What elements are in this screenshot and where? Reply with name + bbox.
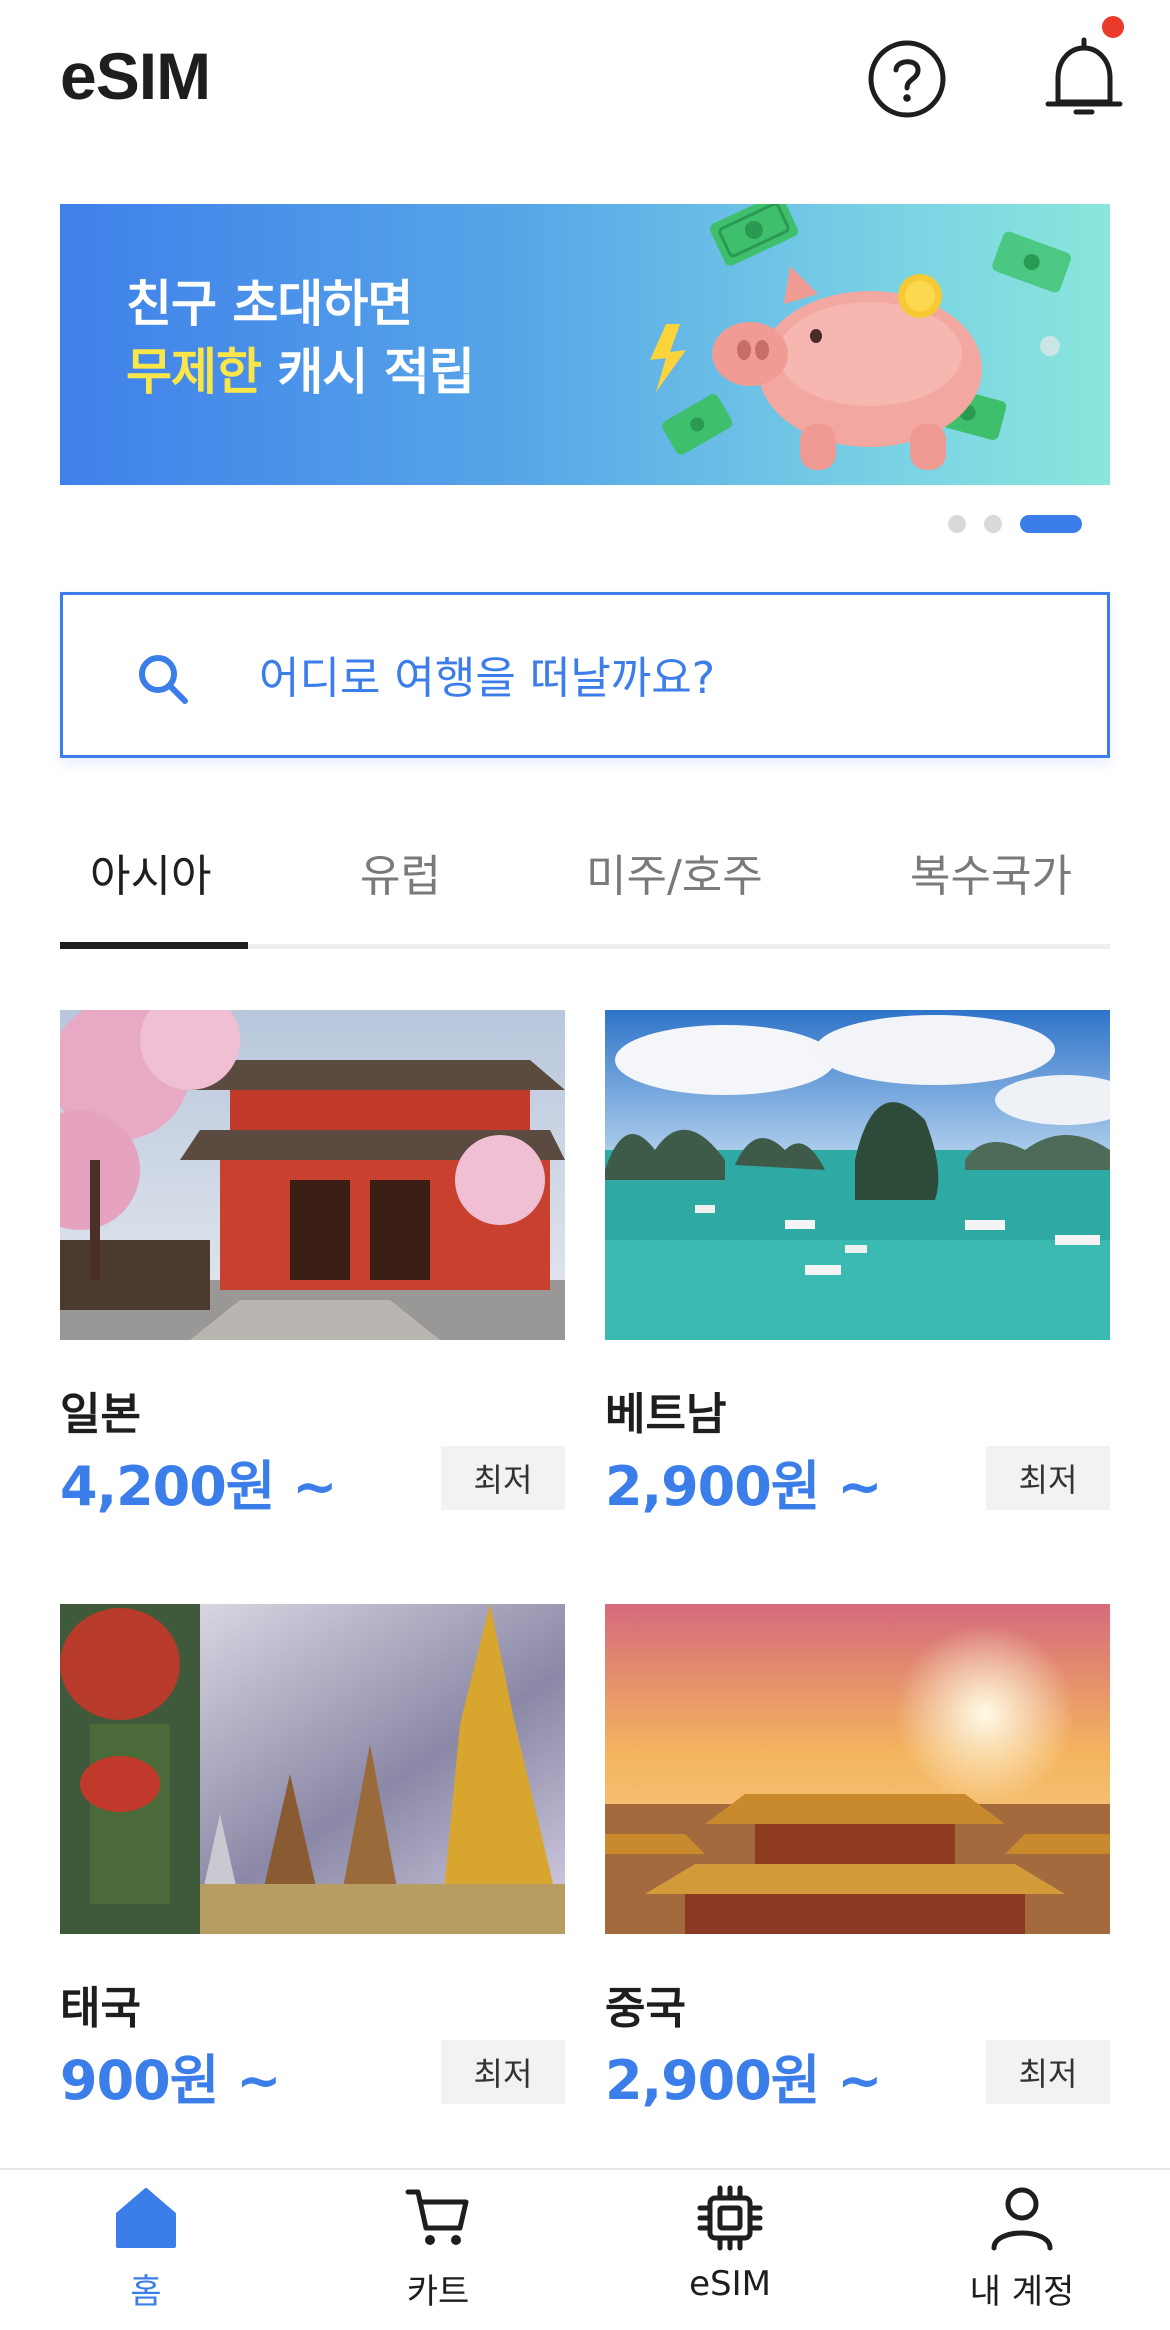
app-header: eSIM — [0, 0, 1170, 160]
nav-esim[interactable]: eSIM — [584, 2170, 876, 2330]
search-icon — [139, 655, 188, 704]
user-icon — [991, 2187, 1053, 2251]
nav-label: eSIM — [689, 2264, 771, 2304]
carousel-dot-active[interactable] — [1020, 515, 1082, 533]
cart-icon — [405, 2189, 469, 2245]
japan-image — [60, 1010, 565, 1340]
banner-highlight: 무제한 — [126, 343, 262, 401]
vietnam-image — [605, 1010, 1110, 1340]
bottom-navigation: 홈 카트 eSIM 내 계정 — [0, 2168, 1170, 2330]
thailand-image — [60, 1604, 565, 1934]
help-circle-icon — [868, 40, 946, 118]
lowest-price-badge: 최저 — [441, 2040, 565, 2104]
lowest-price-badge: 최저 — [441, 1446, 565, 1510]
search-bar[interactable] — [60, 592, 1110, 758]
banner-line2: 무제한 캐시 적립 — [126, 338, 475, 406]
nav-label: 내 계정 — [969, 2272, 1075, 2312]
destination-price: 2,900원 ~ — [605, 1455, 883, 1518]
app-title: eSIM — [60, 39, 211, 113]
tab-europe[interactable]: 유럽 — [360, 840, 441, 904]
destination-card-thailand[interactable]: 태국 900원 ~ 최저 — [60, 1604, 565, 2112]
home-icon — [116, 2188, 176, 2248]
nav-my-account[interactable]: 내 계정 — [876, 2170, 1168, 2330]
piggy-bank-icon — [650, 204, 1071, 470]
banner-line2-rest: 캐시 적립 — [261, 343, 474, 401]
banner-line1: 친구 초대하면 — [126, 275, 413, 333]
destination-price: 4,200원 ~ — [60, 1455, 338, 1518]
destination-name: 베트남 — [605, 1389, 727, 1440]
tab-americas-oceania[interactable]: 미주/호주 — [586, 840, 763, 904]
search-input[interactable] — [259, 643, 1059, 713]
destination-name: 일본 — [60, 1389, 141, 1440]
carousel-dot[interactable] — [948, 515, 966, 533]
destination-name: 태국 — [60, 1983, 141, 2034]
destination-card-japan[interactable]: 일본 4,200원 ~ 최저 — [60, 1010, 565, 1518]
notification-button[interactable] — [1040, 34, 1128, 124]
region-tabs: 아시아 유럽 미주/호주 복수국가 — [60, 820, 1110, 950]
promo-banner[interactable]: 친구 초대하면 무제한 캐시 적립 — [60, 204, 1110, 485]
destination-card-vietnam[interactable]: 베트남 2,900원 ~ 최저 — [605, 1010, 1110, 1518]
tab-multi-country[interactable]: 복수국가 — [910, 840, 1072, 904]
chip-icon — [697, 2185, 763, 2251]
lowest-price-badge: 최저 — [986, 1446, 1110, 1510]
tab-active-indicator — [60, 942, 248, 949]
destination-price: 2,900원 ~ — [605, 2049, 883, 2112]
carousel-dot[interactable] — [984, 515, 1002, 533]
nav-label: 카트 — [406, 2272, 470, 2312]
destination-price: 900원 ~ — [60, 2049, 281, 2112]
destination-card-china[interactable]: 중국 2,900원 ~ 최저 — [605, 1604, 1110, 2112]
bell-icon — [1045, 37, 1123, 115]
lowest-price-badge: 최저 — [986, 2040, 1110, 2104]
help-button[interactable] — [866, 38, 948, 120]
notification-badge — [1102, 16, 1124, 38]
nav-cart[interactable]: 카트 — [292, 2170, 584, 2330]
tab-asia[interactable]: 아시아 — [90, 840, 211, 904]
nav-home[interactable]: 홈 — [0, 2170, 292, 2330]
nav-label: 홈 — [130, 2272, 162, 2312]
banner-text: 친구 초대하면 무제한 캐시 적립 — [126, 270, 475, 406]
destination-name: 중국 — [605, 1983, 686, 2034]
china-image — [605, 1604, 1110, 1934]
